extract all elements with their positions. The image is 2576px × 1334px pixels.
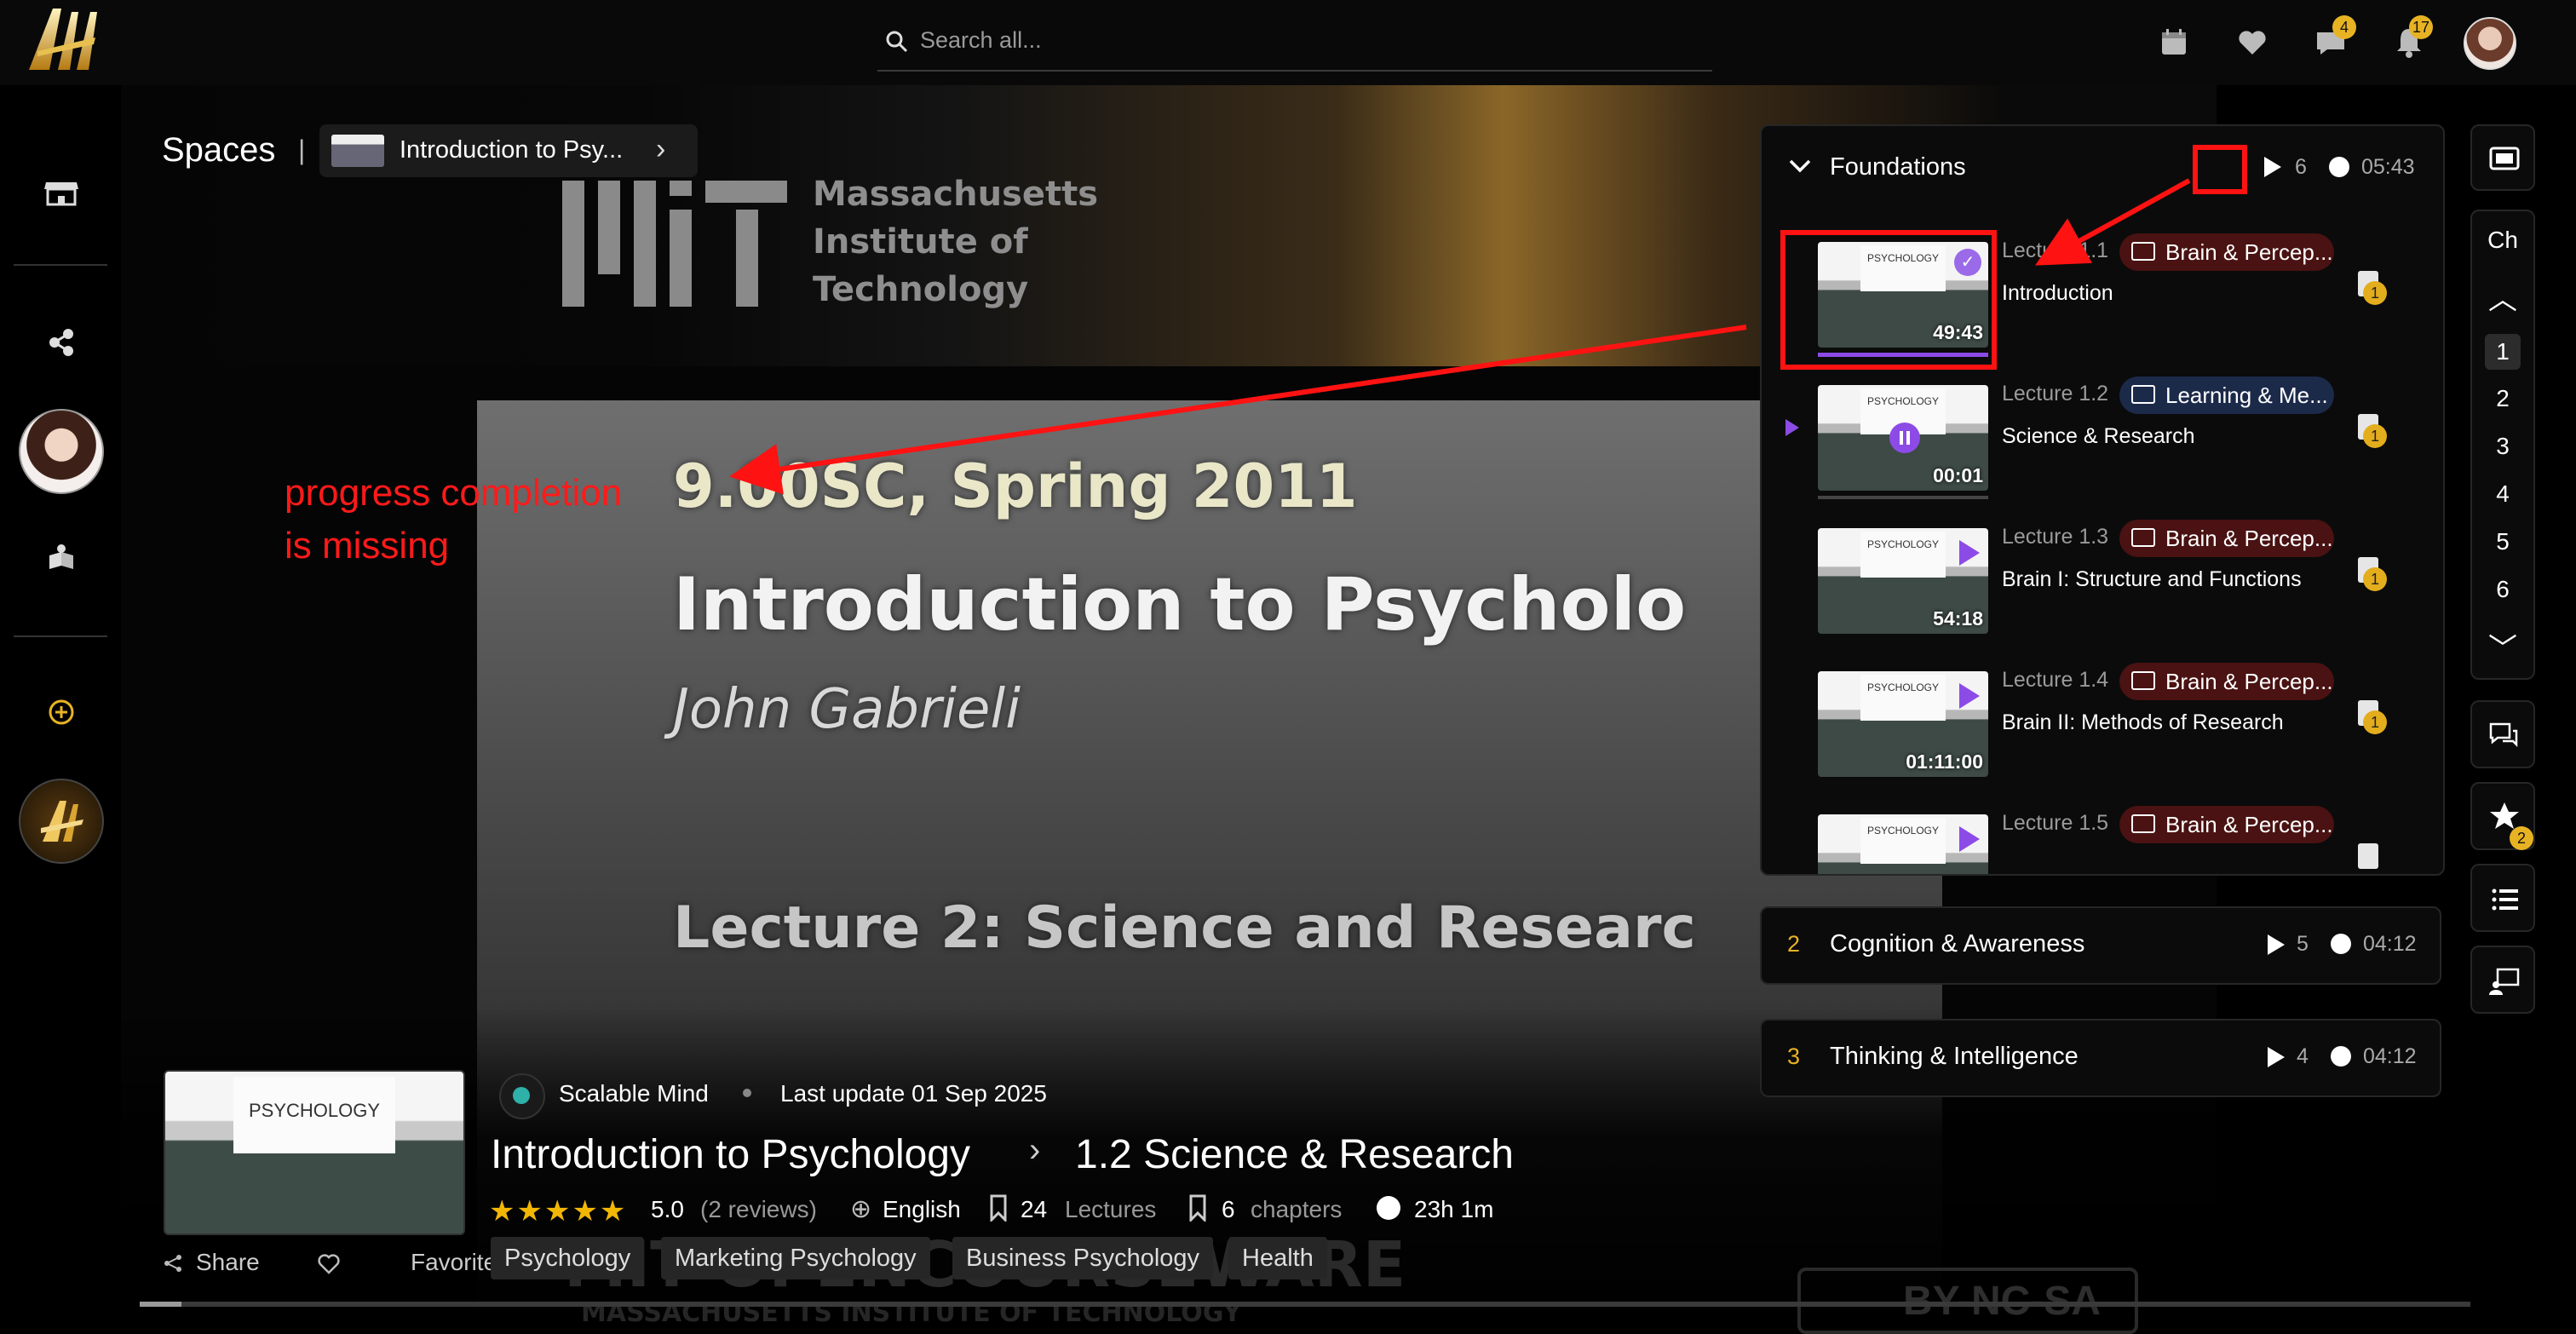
chapters-count: 6 [1222,1196,1235,1222]
channel-avatar[interactable] [499,1073,545,1119]
annotation-note: progress completion is missing [285,467,622,572]
bookmark-icon [990,1194,1007,1222]
course-title[interactable]: Introduction to Psychology [491,1131,970,1178]
video-library-icon [2489,147,2520,170]
rating-stars: ★★★★★ [489,1195,628,1228]
chapters-label: chapters [1251,1196,1343,1222]
video-progress-fill [140,1302,182,1307]
chapter-nav-item[interactable]: 2 [2472,385,2533,412]
course-tag[interactable]: Marketing Psychology [661,1237,930,1279]
channel-name[interactable]: Scalable Mind [559,1080,709,1107]
comments-button[interactable] [2470,700,2535,768]
lectures-label: Lectures [1065,1196,1157,1222]
list-icon [2492,888,2518,911]
lectures-count: 24 [1021,1196,1048,1222]
chapter-nav-label: Ch [2487,227,2518,253]
bookmark-icon [1189,1194,1206,1222]
current-lecture-title: 1.2 Science & Research [1075,1132,1514,1177]
course-thumbnail-paper: PSYCHOLOGY [233,1077,395,1153]
list-button[interactable] [2470,864,2535,932]
clock-icon [1377,1196,1400,1220]
rating-value: 5.0 [651,1196,684,1222]
course-tag[interactable]: Business Psychology [952,1237,1214,1279]
heart-add-icon [318,1254,340,1274]
dot-separator [743,1089,751,1097]
instructor-button[interactable] [2470,946,2535,1014]
chapter-nav-item-active[interactable]: 1 [2485,334,2521,370]
teacher-icon [2489,968,2520,995]
favorites-rail-button[interactable]: 2 [2470,782,2535,850]
course-tag[interactable]: Psychology [491,1237,645,1279]
share-label: Share [196,1249,260,1275]
course-thumbnail[interactable]: PSYCHOLOGY [164,1070,465,1235]
course-tag[interactable]: Health [1228,1237,1327,1279]
video-progress-track[interactable] [140,1302,2470,1307]
chapter-nav-item[interactable]: 6 [2472,576,2533,603]
chapter-nav-item[interactable]: 4 [2472,480,2533,508]
favorites-badge: 2 [2510,826,2533,850]
reviews-count[interactable]: (2 reviews) [700,1196,817,1223]
chevron-right-icon: › [1029,1131,1041,1169]
last-update: Last update 01 Sep 2025 [780,1080,1047,1107]
globe-icon: ⊕ [850,1195,872,1223]
chevron-up-icon[interactable]: ︿ [2472,276,2533,318]
chevron-down-icon[interactable]: ﹀ [2472,625,2533,667]
course-duration: 23h 1m [1414,1196,1494,1222]
language: English [883,1196,961,1222]
chapter-navigator: Ch ︿ 1 2 3 4 5 6 ﹀ [2470,210,2535,680]
comments-icon [2489,722,2518,748]
chapter-nav-item[interactable]: 5 [2472,528,2533,555]
share-icon [164,1255,181,1272]
annotation-line: is missing [285,525,450,566]
theater-mode-button[interactable] [2470,124,2535,191]
annotation-line: progress completion [285,472,623,514]
chapter-nav-item[interactable]: 3 [2472,433,2533,460]
